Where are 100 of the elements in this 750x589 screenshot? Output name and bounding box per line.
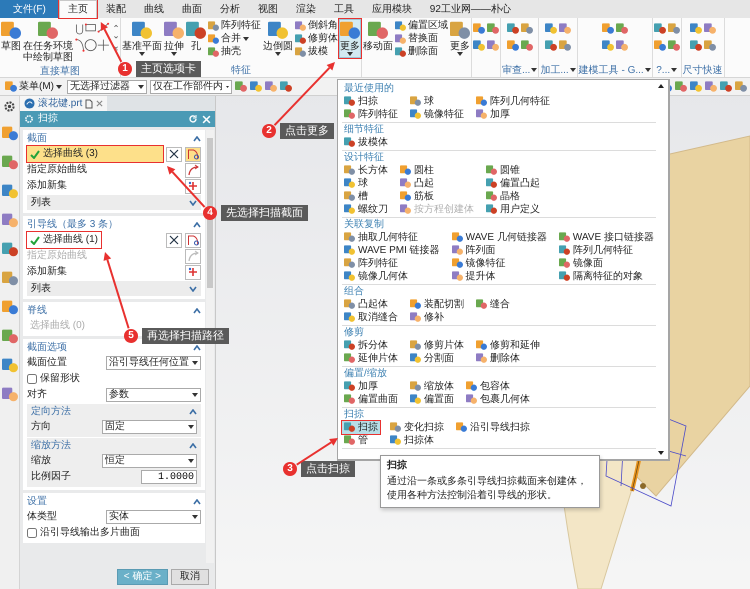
list-toggle[interactable]: 列表 [27, 195, 201, 210]
tool-icon[interactable] [720, 80, 732, 92]
ribbon-tab[interactable]: 渲染 [286, 0, 325, 18]
settings-icon[interactable] [3, 100, 16, 113]
menu-item[interactable]: 包裹几何体 [464, 393, 532, 406]
menu-item[interactable]: 包容体 [464, 380, 532, 393]
menu-item[interactable]: 圆锥 [484, 164, 542, 177]
menu-item[interactable]: 删除体 [474, 352, 542, 365]
file-tab[interactable]: 滚花键.prt [20, 96, 108, 111]
collapse-icon[interactable] [193, 498, 201, 504]
tool-icon[interactable] [2, 184, 18, 200]
tool-icon[interactable] [545, 40, 558, 52]
tool-icon[interactable] [506, 23, 519, 35]
dropdown[interactable]: 实体 [106, 510, 201, 524]
tool-icon[interactable] [704, 40, 716, 52]
menu-item[interactable]: WAVE 接口链接器 [556, 231, 656, 244]
menu-item[interactable]: 扫掠 [342, 421, 380, 434]
close-icon[interactable] [96, 100, 104, 107]
menu-item[interactable]: 分割面 [408, 352, 466, 365]
collapse-icon[interactable] [189, 408, 197, 414]
curve-select-button[interactable] [185, 146, 201, 162]
ribbon-button[interactable]: 孔 [185, 19, 207, 54]
menu-item[interactable]: 变化扫掠 [388, 421, 446, 434]
ribbon-button[interactable]: 边倒圆 [262, 19, 294, 58]
ribbon-button[interactable]: 倒斜角 [295, 20, 338, 32]
menu-item[interactable]: 阵列面 [450, 244, 549, 257]
ribbon-button[interactable]: 抽壳 [208, 46, 261, 58]
tool-icon[interactable] [250, 80, 262, 92]
list-toggle[interactable]: 列表 [27, 281, 201, 296]
dropdown[interactable]: 沿引导线任何位置 [106, 356, 201, 370]
ribbon-button[interactable]: 偏置区域 [395, 20, 448, 32]
ribbon-button[interactable]: 删除面 [395, 46, 448, 58]
dropdown[interactable]: 参数 [106, 388, 201, 402]
menu-item[interactable]: 镜像特征 [450, 257, 549, 270]
document-icon[interactable] [85, 98, 94, 108]
ribbon-tab[interactable]: 视图 [248, 0, 287, 18]
menu-item[interactable]: 筋板 [398, 190, 476, 203]
tool-icon[interactable] [2, 242, 18, 258]
menu-item[interactable]: 扫掠体 [388, 434, 446, 447]
checkbox[interactable] [27, 374, 37, 384]
collapse-icon[interactable] [193, 222, 201, 228]
menu-item[interactable]: 缝合 [474, 298, 512, 311]
collapse-icon[interactable] [189, 442, 197, 448]
tool-icon[interactable] [559, 40, 572, 52]
filter-dropdown[interactable]: 无选择过滤器 [67, 80, 147, 94]
tool-icon[interactable] [487, 23, 499, 35]
ribbon-tab[interactable]: 主页 [58, 0, 97, 18]
ribbon-button[interactable]: 草图 [0, 19, 22, 54]
menu-item[interactable]: 延伸片体 [342, 352, 400, 365]
ribbon-button[interactable]: 拔模 [295, 46, 338, 58]
ribbon-button[interactable]: 阵列特征 [208, 20, 261, 32]
collapse-icon[interactable] [193, 136, 201, 142]
reverse-direction-button[interactable] [166, 146, 182, 162]
ribbon-tab[interactable]: 曲面 [172, 0, 211, 18]
tool-icon[interactable] [602, 40, 614, 52]
tool-icon[interactable] [616, 23, 628, 35]
tool-icon[interactable] [668, 40, 680, 52]
tool-icon[interactable] [602, 23, 614, 35]
add-set-button[interactable] [185, 178, 201, 194]
menu-item[interactable]: 修补 [408, 311, 466, 324]
menu-item[interactable]: 镜像特征 [408, 108, 466, 121]
checkbox[interactable] [27, 528, 37, 538]
menu-item[interactable]: WAVE 几何链接器 [450, 231, 549, 244]
ribbon-button[interactable]: 基准平面 [121, 19, 163, 58]
tool-icon[interactable] [704, 23, 716, 35]
scroll-up-icon[interactable] [658, 84, 664, 88]
tool-icon[interactable] [2, 329, 18, 345]
tool-icon[interactable] [506, 40, 519, 52]
menu-item[interactable]: 管 [342, 434, 380, 447]
menu-item[interactable]: 偏置面 [408, 393, 456, 406]
tool-icon[interactable] [690, 80, 702, 92]
tool-icon[interactable] [668, 23, 680, 35]
menu-item[interactable]: 圆柱 [398, 164, 476, 177]
tool-icon[interactable] [2, 155, 18, 171]
menu-item[interactable]: 螺纹刀 [342, 203, 390, 216]
menu-item[interactable]: 镜像几何体 [342, 270, 442, 283]
menu-item[interactable]: 拆分体 [342, 339, 400, 352]
ribbon-button[interactable]: 更多 [339, 19, 361, 58]
tool-icon[interactable] [654, 23, 666, 35]
menu-item[interactable]: 拔模体 [342, 136, 390, 149]
menu-item[interactable]: 加厚 [474, 108, 552, 121]
ribbon-button[interactable]: 在任务环境中绘制草图 [22, 19, 74, 65]
menu-item[interactable]: 晶格 [484, 190, 542, 203]
tool-icon[interactable] [545, 23, 558, 35]
menu-item[interactable]: 缩放体 [408, 380, 456, 393]
ribbon-button[interactable]: 修剪体 [295, 33, 338, 45]
file-menu-button[interactable]: 文件(F) [0, 0, 59, 18]
ribbon-tab[interactable]: 应用模块 [362, 0, 421, 18]
reverse-direction-button[interactable] [166, 232, 182, 248]
menu-item[interactable]: 阵列特征 [342, 257, 442, 270]
tool-icon[interactable] [487, 40, 499, 52]
tool-icon[interactable] [559, 23, 572, 35]
specify-curve-button[interactable] [185, 162, 201, 178]
ribbon-tab[interactable]: 92工业网——朴心 [420, 0, 520, 18]
menu-item[interactable]: WAVE PMI 链接器 [342, 244, 442, 257]
ribbon-tab[interactable]: 工具 [324, 0, 363, 18]
menu-item[interactable]: 修剪和延伸 [474, 339, 542, 352]
menu-item[interactable]: 凸起 [398, 177, 476, 190]
tool-icon[interactable] [735, 80, 747, 92]
tool-icon[interactable] [235, 80, 247, 92]
